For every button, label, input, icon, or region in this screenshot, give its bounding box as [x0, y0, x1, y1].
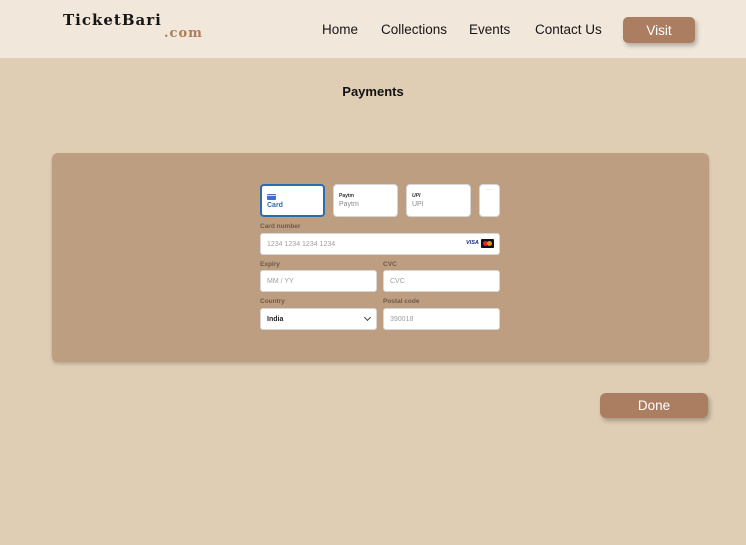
card-number-label: Card number — [260, 223, 301, 230]
cvc-input[interactable] — [383, 270, 500, 292]
postal-code-input[interactable] — [383, 308, 500, 330]
visit-button[interactable]: Visit — [623, 17, 695, 43]
tab-paytm[interactable]: Paytm Paytm — [333, 184, 398, 217]
tab-more[interactable]: ··· — [479, 184, 500, 217]
mastercard-icon — [481, 239, 494, 248]
tab-upi[interactable]: UPI UPI — [406, 184, 471, 217]
credit-card-icon — [267, 194, 276, 200]
tab-card[interactable]: Card — [260, 184, 325, 217]
card-number-input[interactable] — [260, 233, 500, 255]
visa-icon: VISA — [466, 240, 479, 246]
nav-contact-us[interactable]: Contact Us — [535, 22, 602, 37]
tab-upi-label: UPI — [412, 201, 424, 208]
expiry-input[interactable] — [260, 270, 377, 292]
page-title: Payments — [342, 84, 404, 99]
nav-events[interactable]: Events — [469, 22, 510, 37]
postal-code-label: Postal code — [383, 298, 420, 305]
upi-icon: UPI — [412, 193, 421, 199]
expiry-label: Expiry — [260, 261, 280, 268]
tab-card-label: Card — [267, 202, 283, 209]
logo-name: TicketBari — [63, 11, 162, 29]
country-select[interactable]: India — [260, 308, 377, 330]
logo-tld: .com — [164, 26, 203, 41]
tab-paytm-label: Paytm — [339, 201, 359, 208]
chevron-down-icon — [363, 313, 372, 322]
country-value: India — [267, 316, 284, 323]
top-header: TicketBari .com Home Collections Events … — [0, 0, 746, 58]
done-button[interactable]: Done — [600, 393, 708, 418]
site-logo[interactable]: TicketBari .com — [63, 10, 202, 41]
paytm-icon: Paytm — [339, 193, 355, 199]
more-dots-icon: ··· — [486, 187, 492, 193]
nav-collections[interactable]: Collections — [381, 22, 447, 37]
country-label: Country — [260, 298, 285, 305]
cvc-label: CVC — [383, 261, 397, 268]
nav-home[interactable]: Home — [322, 22, 358, 37]
